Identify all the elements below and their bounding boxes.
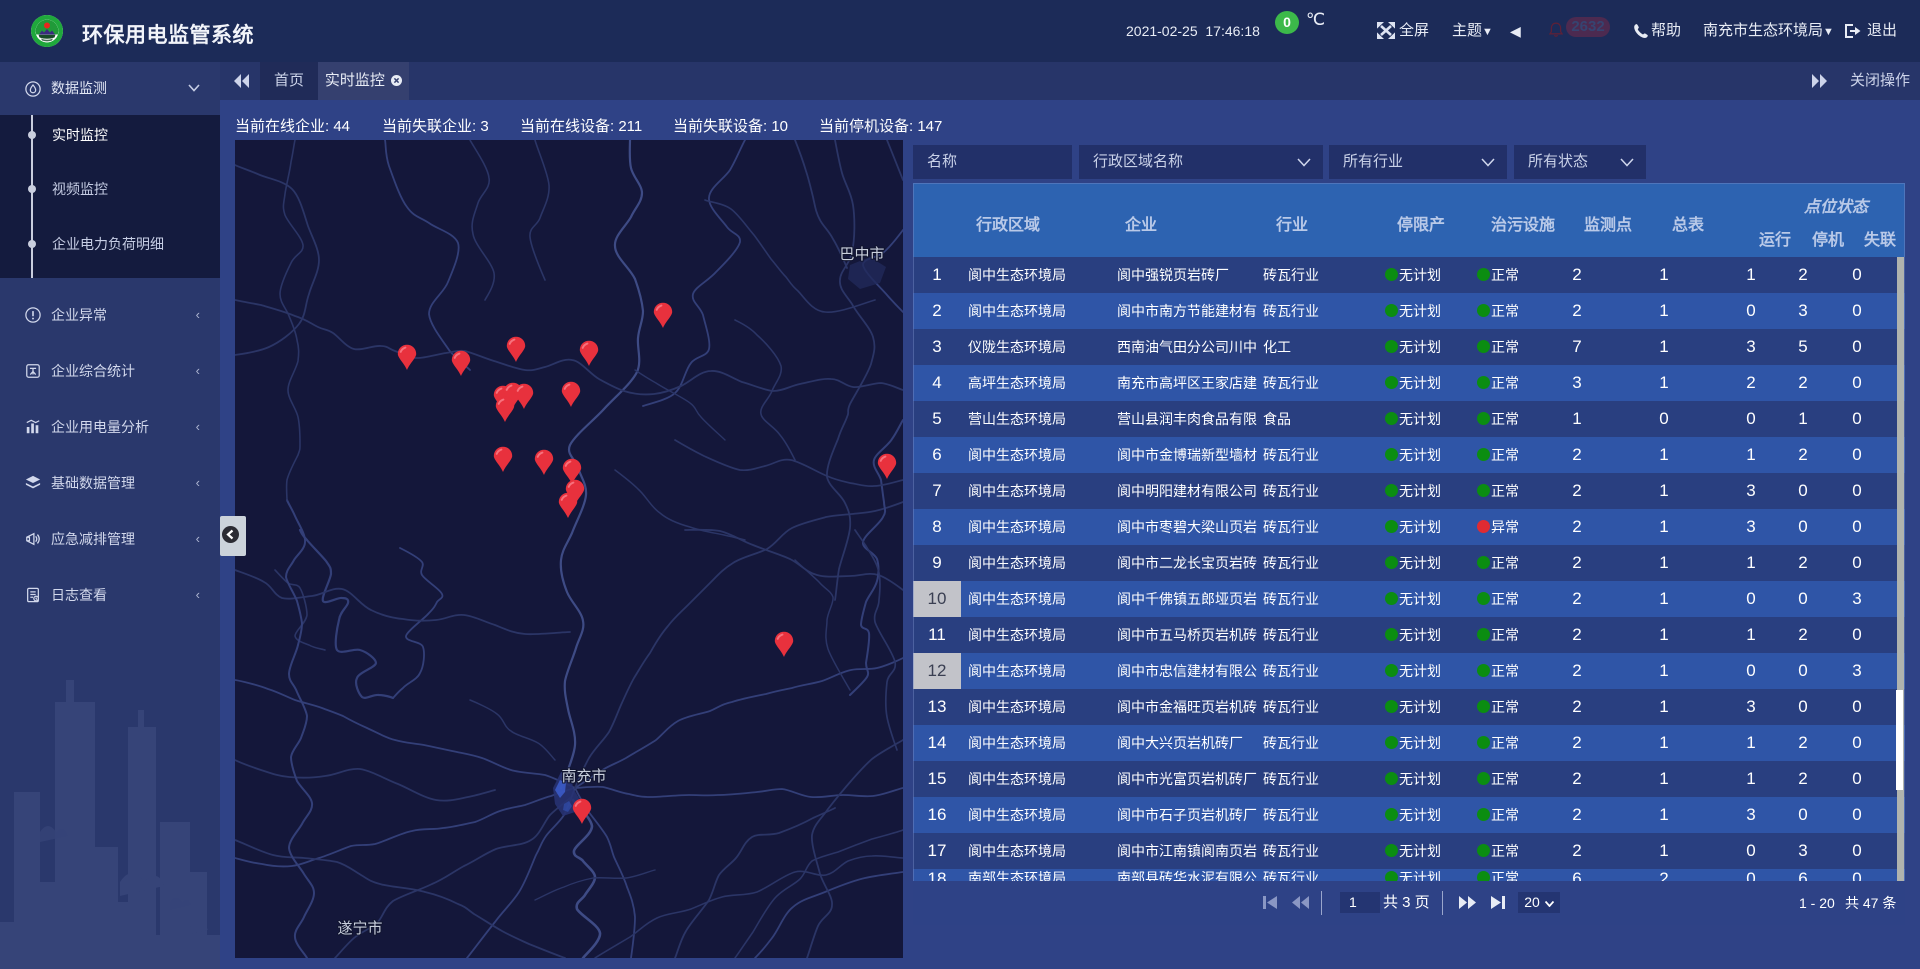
svg-text:南充市: 南充市: [561, 768, 606, 785]
svg-text:遂宁市: 遂宁市: [337, 920, 382, 937]
svg-text:巴中市: 巴中市: [839, 246, 884, 263]
